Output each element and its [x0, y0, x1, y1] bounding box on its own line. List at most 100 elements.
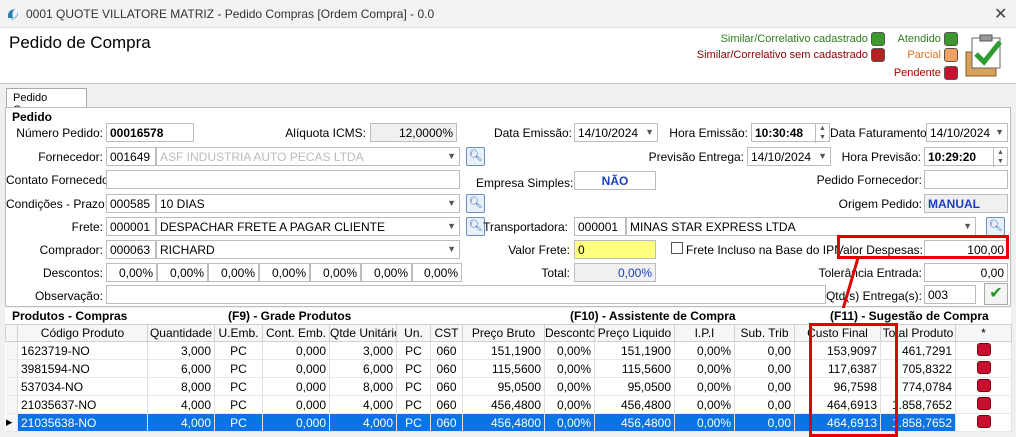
table-cell[interactable]: 151,1900 [462, 341, 545, 360]
table-cell[interactable]: 3,000 [147, 341, 215, 360]
hora-emissao-spinner[interactable]: 10:30:48 ▲ ▼ [751, 123, 830, 143]
frete-incluso-checkbox[interactable] [671, 242, 683, 254]
table-cell[interactable]: 0,00% [674, 395, 735, 414]
frete-combobox[interactable]: DESPACHAR FRETE A PAGAR CLIENTE ▼ [156, 217, 460, 236]
column-header[interactable]: Quantidade [147, 324, 215, 342]
table-cell[interactable]: 0,00% [674, 377, 735, 396]
chevron-down-icon[interactable]: ▼ [447, 198, 456, 208]
data-emissao-picker[interactable]: 14/10/2024 ▼ [574, 123, 658, 142]
table-cell[interactable]: 456,4800 [594, 395, 675, 414]
chevron-down-icon[interactable]: ▼ [995, 127, 1004, 137]
previsao-entrega-picker[interactable]: 14/10/2024 ▼ [747, 147, 831, 166]
column-header[interactable]: Preço Liquido [594, 324, 675, 342]
table-cell[interactable]: 0,000 [262, 395, 330, 414]
table-cell[interactable]: 8,000 [329, 377, 397, 396]
condicoes-combobox[interactable]: 10 DIAS ▼ [156, 194, 460, 213]
table-cell[interactable]: 3981594-NO [17, 359, 148, 378]
pedido-fornecedor-field[interactable] [924, 170, 1008, 189]
desconto-field-5[interactable]: 0,00% [310, 263, 361, 282]
qtd-entregas-field[interactable]: 003 [924, 285, 976, 304]
status-cell[interactable] [955, 395, 1012, 414]
fornecedor-combobox[interactable]: ASF INDUSTRIA AUTO PECAS LTDA ▼ [156, 147, 460, 166]
table-cell[interactable]: 456,4800 [462, 413, 545, 432]
table-cell[interactable]: 0,000 [262, 413, 330, 432]
search-transportadora-button[interactable]: 🔍︎ [986, 217, 1005, 236]
table-cell[interactable]: 21035637-NO [17, 395, 148, 414]
column-header[interactable]: Código Produto [17, 324, 148, 342]
transportadora-combobox[interactable]: MINAS STAR EXPRESS LTDA ▼ [626, 217, 976, 236]
table-cell[interactable]: 4,000 [329, 395, 397, 414]
search-fornecedor-button[interactable]: 🔍︎ [466, 147, 485, 166]
table-cell[interactable]: 456,4800 [462, 395, 545, 414]
column-header[interactable]: CST [430, 324, 463, 342]
transportadora-code-field[interactable]: 000001 [574, 217, 626, 236]
condicoes-code-field[interactable]: 000585 [106, 194, 156, 213]
column-header[interactable]: Un. [396, 324, 431, 342]
table-cell[interactable]: 115,5600 [462, 359, 545, 378]
desconto-field-4[interactable]: 0,00% [259, 263, 310, 282]
chevron-down-icon[interactable]: ▼ [963, 221, 972, 231]
pending-status-icon[interactable] [976, 342, 991, 356]
close-icon[interactable]: ✕ [994, 4, 1007, 24]
table-cell[interactable]: 060 [430, 395, 463, 414]
table-cell[interactable]: 0,000 [262, 377, 330, 396]
table-cell[interactable]: 456,4800 [594, 413, 675, 432]
tolerancia-field[interactable]: 0,00 [924, 263, 1008, 282]
assistente-compra-link[interactable]: (F10) - Assistente de Compra [570, 309, 736, 323]
table-cell[interactable]: PC [214, 395, 263, 414]
table-cell[interactable]: 0,00% [544, 395, 595, 414]
table-cell[interactable]: 95,0500 [594, 377, 675, 396]
column-header[interactable]: * [955, 324, 1012, 342]
table-cell[interactable]: PC [214, 341, 263, 360]
table-cell[interactable]: 4,000 [147, 413, 215, 432]
table-cell[interactable]: 0,00% [674, 413, 735, 432]
contato-field[interactable] [106, 170, 460, 189]
table-cell[interactable]: PC [396, 377, 431, 396]
table-cell[interactable]: 0,00% [674, 359, 735, 378]
chevron-down-icon[interactable]: ▼ [447, 151, 456, 161]
comprador-combobox[interactable]: RICHARD ▼ [156, 240, 460, 259]
table-cell[interactable]: 0,00 [734, 377, 795, 396]
observacao-field[interactable] [106, 285, 826, 304]
column-header[interactable]: Qtde Unitário [329, 324, 397, 342]
table-cell[interactable]: 6,000 [147, 359, 215, 378]
pending-status-icon[interactable] [976, 360, 991, 374]
table-cell[interactable]: PC [396, 341, 431, 360]
chevron-down-icon[interactable]: ▼ [447, 244, 456, 254]
table-cell[interactable]: PC [396, 359, 431, 378]
table-cell[interactable]: 21035638-NO [17, 413, 148, 432]
table-cell[interactable]: 0,00% [544, 413, 595, 432]
table-cell[interactable]: 0,000 [262, 359, 330, 378]
table-cell[interactable]: PC [214, 413, 263, 432]
sugestao-compra-link[interactable]: (F11) - Sugestão de Compra [830, 309, 989, 323]
status-cell[interactable] [955, 413, 1012, 432]
table-cell[interactable]: 060 [430, 341, 463, 360]
table-cell[interactable]: 0,00% [674, 341, 735, 360]
table-cell[interactable]: 4,000 [329, 413, 397, 432]
chevron-down-icon[interactable]: ▼ [447, 221, 456, 231]
table-cell[interactable]: PC [214, 377, 263, 396]
hora-previsao-spinner[interactable]: 10:29:20 ▲ ▼ [924, 147, 1008, 167]
table-cell[interactable]: 060 [430, 359, 463, 378]
frete-code-field[interactable]: 000001 [106, 217, 156, 236]
table-cell[interactable]: 0,00% [544, 377, 595, 396]
column-header[interactable]: Desconto [544, 324, 595, 342]
table-cell[interactable]: 0,00 [734, 413, 795, 432]
desconto-field-6[interactable]: 0,00% [361, 263, 412, 282]
table-cell[interactable]: 0,000 [262, 341, 330, 360]
table-cell[interactable]: PC [396, 395, 431, 414]
table-cell[interactable]: 6,000 [329, 359, 397, 378]
desconto-field-2[interactable]: 0,00% [157, 263, 208, 282]
pending-status-icon[interactable] [976, 414, 991, 428]
table-cell[interactable]: PC [396, 413, 431, 432]
table-cell[interactable]: 1623719-NO [17, 341, 148, 360]
table-cell[interactable]: PC [214, 359, 263, 378]
desconto-field-3[interactable]: 0,00% [208, 263, 259, 282]
search-condicoes-button[interactable]: 🔍︎ [466, 194, 485, 213]
table-cell[interactable]: 0,00% [544, 341, 595, 360]
data-faturamento-picker[interactable]: 14/10/2024 ▼ [926, 123, 1008, 142]
desconto-field-7[interactable]: 0,00% [412, 263, 462, 282]
spin-arrows-icon[interactable]: ▲ ▼ [815, 124, 829, 143]
table-cell[interactable]: 0,00 [734, 359, 795, 378]
valor-frete-field[interactable]: 0 [574, 240, 656, 259]
